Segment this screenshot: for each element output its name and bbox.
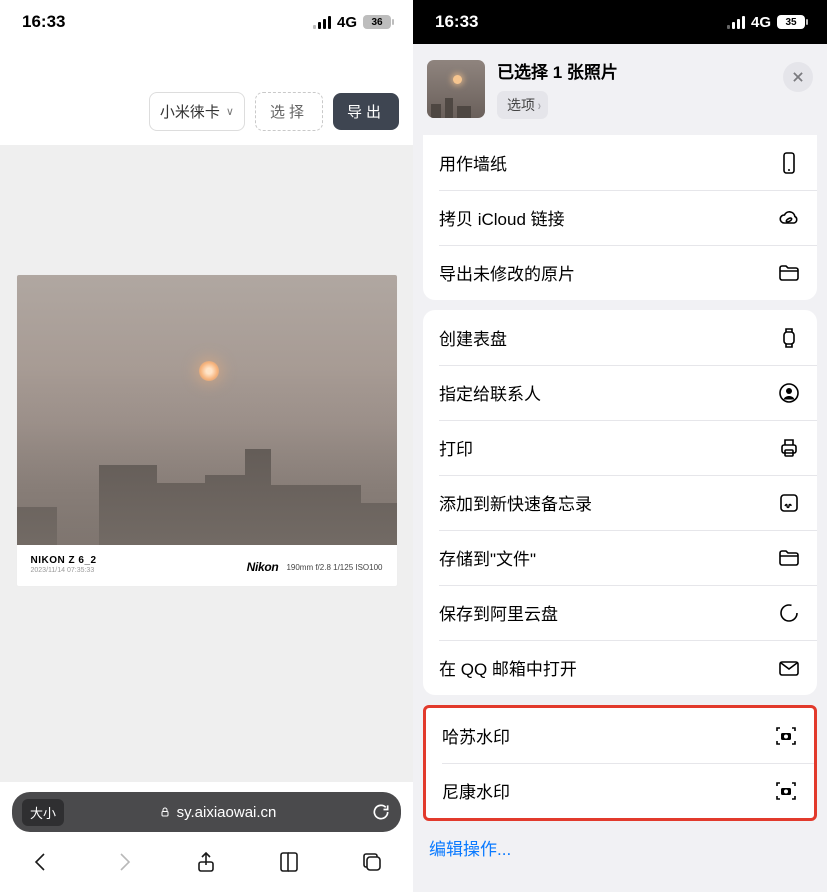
top-toolbar: 小米徕卡 ∨ 选择 导出 — [0, 92, 413, 145]
action-assign-contact[interactable]: 指定给联系人 — [423, 365, 817, 420]
edit-actions-link[interactable]: 编辑操作... — [423, 821, 817, 864]
brand-label: Nikon — [247, 560, 279, 574]
phone-icon — [777, 151, 801, 175]
url-text: sy.aixiaowai.cn — [177, 804, 277, 821]
status-time: 16:33 — [435, 12, 478, 32]
action-add-quicknote[interactable]: 添加到新快速备忘录 — [423, 475, 817, 530]
action-export-original[interactable]: 导出未修改的原片 — [423, 245, 817, 300]
back-button[interactable] — [29, 850, 53, 878]
camera-frame-icon — [774, 779, 798, 803]
forward-button[interactable] — [112, 850, 136, 878]
browser-bottom-nav — [0, 836, 413, 892]
watermark-footer: NIKON Z 6_2 2023/11/14 07:35:33 Nikon 19… — [17, 545, 397, 586]
action-group-2: 创建表盘 指定给联系人 打印 添加到新快速备忘录 存储到"文件" 保存到阿里云盘 — [423, 310, 817, 695]
export-button[interactable]: 导出 — [333, 93, 399, 130]
exif-label: 190mm f/2.8 1/125 ISO100 — [286, 563, 382, 572]
mail-icon — [777, 656, 801, 680]
action-create-watchface[interactable]: 创建表盘 — [423, 310, 817, 365]
sheet-title: 已选择 1 张照片 — [497, 58, 618, 83]
action-use-as-wallpaper[interactable]: 用作墙纸 — [423, 135, 817, 190]
bookmarks-button[interactable] — [277, 850, 301, 878]
close-button[interactable] — [783, 62, 813, 92]
select-button[interactable]: 选择 — [255, 92, 323, 131]
action-open-qqmail[interactable]: 在 QQ 邮箱中打开 — [423, 640, 817, 695]
folder-icon — [777, 546, 801, 570]
battery-icon: 36 — [363, 15, 391, 29]
share-sheet-body[interactable]: 用作墙纸 拷贝 iCloud 链接 导出未修改的原片 创建表盘 指定给联系人 — [413, 135, 827, 874]
contact-icon — [777, 381, 801, 405]
note-icon — [777, 491, 801, 515]
url-display[interactable]: sy.aixiaowai.cn — [76, 804, 359, 821]
signal-icon — [727, 16, 745, 29]
action-save-aliyun[interactable]: 保存到阿里云盘 — [423, 585, 817, 640]
reload-icon[interactable] — [371, 802, 391, 822]
options-button[interactable]: 选项 › — [497, 91, 548, 119]
camera-model: NIKON Z 6_2 — [31, 555, 97, 566]
action-group-1: 用作墙纸 拷贝 iCloud 链接 导出未修改的原片 — [423, 135, 817, 300]
status-right: 4G 36 — [313, 14, 391, 31]
cloud-link-icon — [777, 206, 801, 230]
status-right: 4G 35 — [727, 14, 805, 31]
text-size-pill[interactable]: 大小 — [22, 799, 64, 826]
folder-icon — [777, 261, 801, 285]
chevron-down-icon: ∨ — [226, 105, 234, 118]
address-bar-wrap: 大小 sy.aixiaowai.cn — [0, 782, 413, 836]
action-hasselblad-watermark[interactable]: 哈苏水印 — [426, 708, 814, 763]
signal-icon — [313, 16, 331, 29]
left-phone: 16:33 4G 36 小米徕卡 ∨ 选择 导出 NIKON — [0, 0, 413, 892]
highlighted-actions: 哈苏水印 尼康水印 — [423, 705, 817, 821]
photo-card: NIKON Z 6_2 2023/11/14 07:35:33 Nikon 19… — [17, 275, 397, 586]
camera-frame-icon — [774, 724, 798, 748]
address-bar[interactable]: 大小 sy.aixiaowai.cn — [12, 792, 401, 832]
printer-icon — [777, 436, 801, 460]
signal-label: 4G — [337, 14, 357, 31]
action-copy-icloud-link[interactable]: 拷贝 iCloud 链接 — [423, 190, 817, 245]
circle-arrow-icon — [777, 601, 801, 625]
action-save-to-files[interactable]: 存储到"文件" — [423, 530, 817, 585]
photo-preview — [17, 275, 397, 545]
thumbnail[interactable] — [427, 60, 485, 118]
signal-label: 4G — [751, 14, 771, 31]
watch-icon — [777, 326, 801, 350]
lock-icon — [159, 806, 171, 818]
action-print[interactable]: 打印 — [423, 420, 817, 475]
share-sheet-header: 已选择 1 张照片 选项 › — [413, 44, 827, 135]
status-bar-left: 16:33 4G 36 — [0, 0, 413, 44]
status-time: 16:33 — [22, 12, 65, 32]
tabs-button[interactable] — [360, 850, 384, 878]
right-phone: 16:33 4G 35 已选择 1 张照片 选项 › 用作墙纸 — [413, 0, 827, 892]
chevron-right-icon: › — [538, 97, 541, 113]
battery-icon: 35 — [777, 15, 805, 29]
dropdown-label: 小米徕卡 — [160, 101, 220, 122]
status-bar-right: 16:33 4G 35 — [413, 0, 827, 44]
capture-date: 2023/11/14 07:35:33 — [31, 567, 97, 574]
action-nikon-watermark[interactable]: 尼康水印 — [426, 763, 814, 818]
style-dropdown[interactable]: 小米徕卡 ∨ — [149, 92, 245, 131]
blank-spacer — [0, 44, 413, 92]
preview-canvas: NIKON Z 6_2 2023/11/14 07:35:33 Nikon 19… — [0, 145, 413, 782]
share-button[interactable] — [194, 850, 218, 878]
